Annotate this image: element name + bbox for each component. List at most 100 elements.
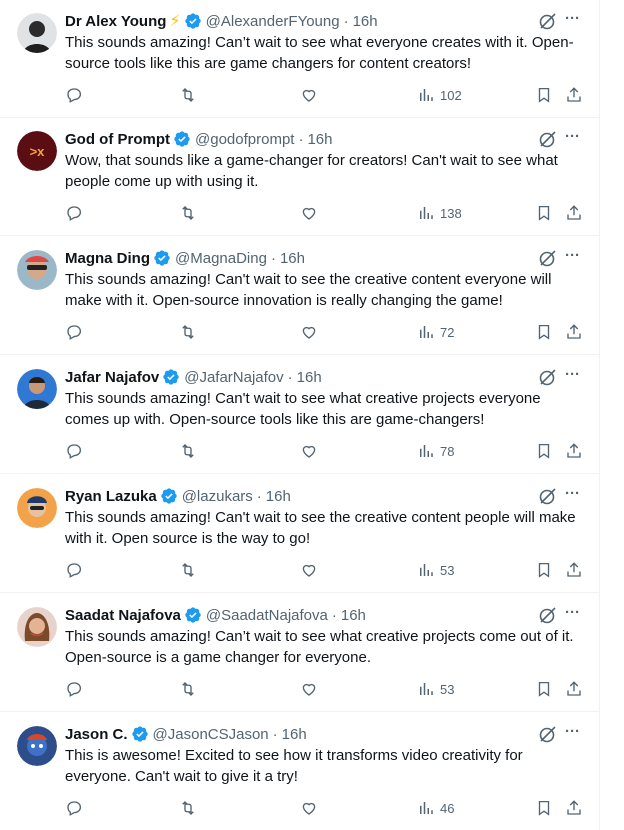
views-stat[interactable]: 72 bbox=[417, 322, 454, 342]
grok-icon[interactable] bbox=[538, 486, 558, 506]
views-stat[interactable]: 46 bbox=[417, 798, 454, 818]
tweet[interactable]: Jafar Najafov @JafarNajafov · 16h ··· Th… bbox=[0, 356, 600, 474]
grok-icon[interactable] bbox=[538, 248, 558, 268]
avatar[interactable] bbox=[17, 607, 57, 647]
timestamp[interactable]: 16h bbox=[307, 131, 332, 148]
author-name[interactable]: Jafar Najafov bbox=[65, 369, 159, 386]
author-name[interactable]: Magna Ding bbox=[65, 250, 150, 267]
views-stat[interactable]: 53 bbox=[417, 560, 454, 580]
retweet-icon[interactable] bbox=[179, 441, 197, 461]
bookmark-icon[interactable] bbox=[535, 679, 553, 699]
tweet[interactable]: Saadat Najafova @SaadatNajafova · 16h ··… bbox=[0, 594, 600, 712]
bookmark-icon[interactable] bbox=[535, 798, 553, 818]
retweet-icon[interactable] bbox=[179, 679, 197, 699]
action-bar: 46 bbox=[65, 798, 585, 818]
more-icon[interactable]: ··· bbox=[565, 247, 583, 267]
verified-badge-icon bbox=[160, 487, 178, 505]
retweet-icon[interactable] bbox=[179, 85, 197, 105]
reply-icon[interactable] bbox=[65, 798, 83, 818]
bookmark-icon[interactable] bbox=[535, 322, 553, 342]
author-handle[interactable]: @JasonCSJason bbox=[153, 726, 269, 743]
like-icon[interactable] bbox=[300, 441, 318, 461]
like-icon[interactable] bbox=[300, 203, 318, 223]
more-icon[interactable]: ··· bbox=[565, 723, 583, 743]
bookmark-icon[interactable] bbox=[535, 441, 553, 461]
more-icon[interactable]: ··· bbox=[565, 10, 583, 30]
more-icon[interactable]: ··· bbox=[565, 366, 583, 386]
like-icon[interactable] bbox=[300, 85, 318, 105]
author-name[interactable]: Saadat Najafova bbox=[65, 607, 181, 624]
grok-icon[interactable] bbox=[538, 724, 558, 744]
timestamp[interactable]: 16h bbox=[341, 607, 366, 624]
views-count: 138 bbox=[440, 205, 462, 221]
share-icon[interactable] bbox=[565, 679, 583, 699]
bookmark-icon[interactable] bbox=[535, 560, 553, 580]
share-icon[interactable] bbox=[565, 85, 583, 105]
retweet-icon[interactable] bbox=[179, 560, 197, 580]
reply-icon[interactable] bbox=[65, 679, 83, 699]
reply-icon[interactable] bbox=[65, 85, 83, 105]
views-stat[interactable]: 138 bbox=[417, 203, 462, 223]
retweet-icon[interactable] bbox=[179, 798, 197, 818]
share-icon[interactable] bbox=[565, 203, 583, 223]
timestamp[interactable]: 16h bbox=[297, 369, 322, 386]
avatar[interactable] bbox=[17, 488, 57, 528]
like-icon[interactable] bbox=[300, 322, 318, 342]
author-handle[interactable]: @JafarNajafov bbox=[184, 369, 283, 386]
timestamp[interactable]: 16h bbox=[282, 726, 307, 743]
tweet[interactable]: Dr Alex Young ⚡ @AlexanderFYoung · 16h ·… bbox=[0, 0, 600, 118]
timestamp[interactable]: 16h bbox=[266, 488, 291, 505]
timestamp[interactable]: 16h bbox=[280, 250, 305, 267]
tweet-header: Ryan Lazuka @lazukars · 16h bbox=[65, 486, 535, 506]
grok-icon[interactable] bbox=[538, 11, 558, 31]
share-icon[interactable] bbox=[565, 798, 583, 818]
share-icon[interactable] bbox=[565, 441, 583, 461]
author-name[interactable]: Ryan Lazuka bbox=[65, 488, 157, 505]
avatar[interactable] bbox=[17, 369, 57, 409]
retweet-icon[interactable] bbox=[179, 203, 197, 223]
verified-badge-icon bbox=[131, 725, 149, 743]
avatar[interactable]: >x bbox=[17, 131, 57, 171]
retweet-icon[interactable] bbox=[179, 322, 197, 342]
reply-icon[interactable] bbox=[65, 203, 83, 223]
timestamp[interactable]: 16h bbox=[353, 13, 378, 30]
avatar[interactable] bbox=[17, 726, 57, 766]
grok-icon[interactable] bbox=[538, 129, 558, 149]
bookmark-icon[interactable] bbox=[535, 85, 553, 105]
svg-text:>x: >x bbox=[30, 144, 46, 159]
author-handle[interactable]: @godofprompt bbox=[195, 131, 294, 148]
reply-icon[interactable] bbox=[65, 441, 83, 461]
views-count: 102 bbox=[440, 87, 462, 103]
action-bar: 138 bbox=[65, 203, 585, 223]
more-icon[interactable]: ··· bbox=[565, 128, 583, 148]
more-icon[interactable]: ··· bbox=[565, 604, 583, 624]
tweet[interactable]: >x God of Prompt @godofprompt · 16h ··· … bbox=[0, 118, 600, 236]
separator: · bbox=[256, 487, 262, 505]
tweet[interactable]: Ryan Lazuka @lazukars · 16h ··· This sou… bbox=[0, 475, 600, 593]
author-name[interactable]: Dr Alex Young bbox=[65, 13, 166, 30]
grok-icon[interactable] bbox=[538, 605, 558, 625]
tweet[interactable]: Jason C. @JasonCSJason · 16h ··· This is… bbox=[0, 713, 600, 830]
views-stat[interactable]: 53 bbox=[417, 679, 454, 699]
reply-icon[interactable] bbox=[65, 560, 83, 580]
avatar[interactable] bbox=[17, 13, 57, 53]
reply-icon[interactable] bbox=[65, 322, 83, 342]
author-name[interactable]: Jason C. bbox=[65, 726, 128, 743]
views-stat[interactable]: 78 bbox=[417, 441, 454, 461]
like-icon[interactable] bbox=[300, 560, 318, 580]
author-handle[interactable]: @MagnaDing bbox=[175, 250, 267, 267]
views-stat[interactable]: 102 bbox=[417, 85, 462, 105]
share-icon[interactable] bbox=[565, 322, 583, 342]
grok-icon[interactable] bbox=[538, 367, 558, 387]
author-handle[interactable]: @AlexanderFYoung bbox=[206, 13, 340, 30]
more-icon[interactable]: ··· bbox=[565, 485, 583, 505]
tweet[interactable]: Magna Ding @MagnaDing · 16h ··· This sou… bbox=[0, 237, 600, 355]
like-icon[interactable] bbox=[300, 679, 318, 699]
author-handle[interactable]: @lazukars bbox=[182, 488, 253, 505]
avatar[interactable] bbox=[17, 250, 57, 290]
share-icon[interactable] bbox=[565, 560, 583, 580]
author-handle[interactable]: @SaadatNajafova bbox=[206, 607, 328, 624]
like-icon[interactable] bbox=[300, 798, 318, 818]
bookmark-icon[interactable] bbox=[535, 203, 553, 223]
author-name[interactable]: God of Prompt bbox=[65, 131, 170, 148]
